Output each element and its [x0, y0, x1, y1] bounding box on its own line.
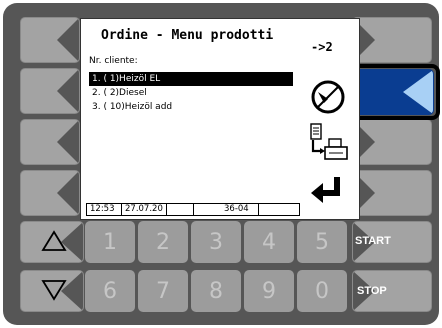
triangle-down-icon [41, 280, 67, 301]
numpad-key-7[interactable]: 7 [138, 270, 188, 312]
numpad-key-8[interactable]: 8 [191, 270, 241, 312]
product-item-1[interactable]: 1. ( 1)Heizöl EL [89, 72, 293, 86]
start-label: START [355, 235, 391, 247]
enter-return-icon [311, 177, 340, 203]
status-date: 27.07.20 [122, 204, 167, 215]
left-softkey-1[interactable] [20, 17, 80, 63]
numpad-key-4[interactable]: 4 [244, 221, 294, 263]
status-code: 36-04 [194, 204, 259, 215]
product-item-2[interactable]: 2. ( 2)Diesel [89, 86, 293, 100]
triangle-up-icon [41, 230, 67, 251]
numpad-key-1[interactable]: 1 [85, 221, 135, 263]
numpad-key-6[interactable]: 6 [85, 270, 135, 312]
product-list: 1. ( 1)Heizöl EL 2. ( 2)Diesel 3. ( 10)H… [89, 72, 293, 114]
status-bar: 12:53 27.07.20 36-04 [86, 203, 300, 216]
stop-label: STOP [357, 285, 387, 297]
print-document-icon [310, 123, 348, 160]
status-field-3 [167, 204, 194, 215]
right-softkey-3[interactable] [352, 119, 432, 165]
numpad-key-2[interactable]: 2 [138, 221, 188, 263]
left-softkey-4[interactable] [20, 170, 80, 216]
right-softkey-4[interactable] [352, 170, 432, 216]
customer-number-label: Nr. cliente: [89, 56, 138, 66]
left-softkey-3[interactable] [20, 119, 80, 165]
numpad-key-5[interactable]: 5 [297, 221, 347, 263]
numpad-key-3[interactable]: 3 [191, 221, 241, 263]
page-indicator: ->2 [311, 40, 333, 54]
right-softkey-1[interactable] [352, 17, 432, 63]
numpad-key-9[interactable]: 9 [244, 270, 294, 312]
numpad-key-0[interactable]: 0 [297, 270, 347, 312]
status-time: 12:53 [87, 204, 122, 215]
page-title: Ordine - Menu prodotti [101, 28, 274, 43]
measurement-dial-icon [311, 80, 345, 114]
product-item-3[interactable]: 3. ( 10)Heizöl add [89, 100, 293, 114]
left-softkey-2[interactable] [20, 68, 80, 114]
status-field-5 [259, 204, 299, 215]
display-screen: Ordine - Menu prodotti ->2 Nr. cliente: … [80, 18, 360, 220]
